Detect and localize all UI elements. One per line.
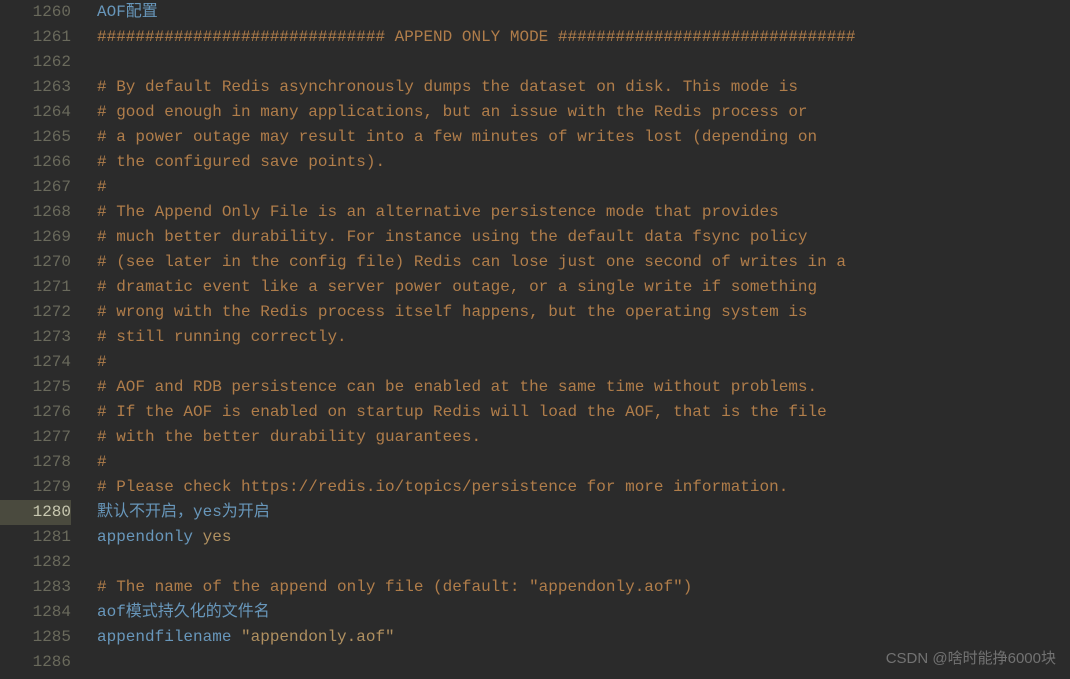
line-number: 1275 bbox=[0, 375, 71, 400]
code-line[interactable]: # much better durability. For instance u… bbox=[97, 225, 1070, 250]
token-keyword: AOF配置 bbox=[97, 3, 158, 21]
token-comment: # AOF and RDB persistence can be enabled… bbox=[97, 378, 817, 396]
code-line[interactable]: # (see later in the config file) Redis c… bbox=[97, 250, 1070, 275]
code-line[interactable]: # If the AOF is enabled on startup Redis… bbox=[97, 400, 1070, 425]
code-editor[interactable]: 1260126112621263126412651266126712681269… bbox=[0, 0, 1070, 679]
line-number: 1260 bbox=[0, 0, 71, 25]
code-line[interactable] bbox=[97, 50, 1070, 75]
token-comment: # good enough in many applications, but … bbox=[97, 103, 808, 121]
line-number: 1280 bbox=[0, 500, 71, 525]
line-number: 1274 bbox=[0, 350, 71, 375]
token-comment: # a power outage may result into a few m… bbox=[97, 128, 817, 146]
code-line[interactable]: AOF配置 bbox=[97, 0, 1070, 25]
token-comment: # By default Redis asynchronously dumps … bbox=[97, 78, 798, 96]
code-line[interactable]: # Please check https://redis.io/topics/p… bbox=[97, 475, 1070, 500]
token-keyword: 默认不开启，yes为开启 bbox=[97, 503, 270, 521]
code-line[interactable]: # bbox=[97, 450, 1070, 475]
line-number: 1261 bbox=[0, 25, 71, 50]
line-number: 1273 bbox=[0, 325, 71, 350]
line-number: 1266 bbox=[0, 150, 71, 175]
token-keyword: appendonly bbox=[97, 528, 193, 546]
code-line[interactable]: # AOF and RDB persistence can be enabled… bbox=[97, 375, 1070, 400]
line-number: 1265 bbox=[0, 125, 71, 150]
line-number: 1269 bbox=[0, 225, 71, 250]
token-comment: # much better durability. For instance u… bbox=[97, 228, 808, 246]
code-line[interactable]: # The Append Only File is an alternative… bbox=[97, 200, 1070, 225]
line-number: 1277 bbox=[0, 425, 71, 450]
code-line[interactable]: # By default Redis asynchronously dumps … bbox=[97, 75, 1070, 100]
code-line[interactable] bbox=[97, 650, 1070, 675]
line-number: 1286 bbox=[0, 650, 71, 675]
token-comment: # (see later in the config file) Redis c… bbox=[97, 253, 846, 271]
token-comment: # bbox=[97, 178, 107, 196]
token-comment: # dramatic event like a server power out… bbox=[97, 278, 817, 296]
line-number: 1262 bbox=[0, 50, 71, 75]
code-line[interactable]: appendfilename "appendonly.aof" bbox=[97, 625, 1070, 650]
line-number: 1270 bbox=[0, 250, 71, 275]
token-keyword: aof模式持久化的文件名 bbox=[97, 603, 270, 621]
line-number: 1282 bbox=[0, 550, 71, 575]
code-line[interactable]: aof模式持久化的文件名 bbox=[97, 600, 1070, 625]
line-number: 1276 bbox=[0, 400, 71, 425]
token-comment: # The Append Only File is an alternative… bbox=[97, 203, 779, 221]
token-config: yes bbox=[193, 528, 231, 546]
token-comment: # Please check https://redis.io/topics/p… bbox=[97, 478, 788, 496]
token-comment: # bbox=[97, 453, 107, 471]
code-line[interactable]: # still running correctly. bbox=[97, 325, 1070, 350]
code-line[interactable]: # The name of the append only file (defa… bbox=[97, 575, 1070, 600]
code-line[interactable]: # a power outage may result into a few m… bbox=[97, 125, 1070, 150]
line-number: 1267 bbox=[0, 175, 71, 200]
token-comment: # the configured save points). bbox=[97, 153, 385, 171]
token-comment: # still running correctly. bbox=[97, 328, 347, 346]
line-number: 1272 bbox=[0, 300, 71, 325]
line-number: 1263 bbox=[0, 75, 71, 100]
line-number: 1285 bbox=[0, 625, 71, 650]
line-number: 1281 bbox=[0, 525, 71, 550]
code-line[interactable]: # good enough in many applications, but … bbox=[97, 100, 1070, 125]
token-keyword: appendfilename bbox=[97, 628, 231, 646]
token-comment: # with the better durability guarantees. bbox=[97, 428, 481, 446]
line-number: 1278 bbox=[0, 450, 71, 475]
code-line[interactable]: # the configured save points). bbox=[97, 150, 1070, 175]
token-string: "appendonly.aof" bbox=[231, 628, 394, 646]
token-comment: # If the AOF is enabled on startup Redis… bbox=[97, 403, 827, 421]
code-line[interactable] bbox=[97, 550, 1070, 575]
line-number: 1284 bbox=[0, 600, 71, 625]
code-line[interactable]: appendonly yes bbox=[97, 525, 1070, 550]
code-line[interactable]: # wrong with the Redis process itself ha… bbox=[97, 300, 1070, 325]
code-line[interactable]: # bbox=[97, 350, 1070, 375]
line-number-gutter: 1260126112621263126412651266126712681269… bbox=[0, 0, 85, 679]
code-line[interactable]: # with the better durability guarantees. bbox=[97, 425, 1070, 450]
line-number: 1279 bbox=[0, 475, 71, 500]
code-line[interactable]: 默认不开启，yes为开启 bbox=[97, 500, 1070, 525]
line-number: 1268 bbox=[0, 200, 71, 225]
token-comment: # wrong with the Redis process itself ha… bbox=[97, 303, 808, 321]
code-content[interactable]: AOF配置 ############################## APPE… bbox=[85, 0, 1070, 679]
token-comment: ############################## APPEND ON… bbox=[97, 28, 856, 46]
code-line[interactable]: # dramatic event like a server power out… bbox=[97, 275, 1070, 300]
line-number: 1271 bbox=[0, 275, 71, 300]
token-comment: # The name of the append only file (defa… bbox=[97, 578, 692, 596]
line-number: 1283 bbox=[0, 575, 71, 600]
code-line[interactable]: ############################## APPEND ON… bbox=[97, 25, 1070, 50]
code-line[interactable]: # bbox=[97, 175, 1070, 200]
token-comment: # bbox=[97, 353, 107, 371]
line-number: 1264 bbox=[0, 100, 71, 125]
